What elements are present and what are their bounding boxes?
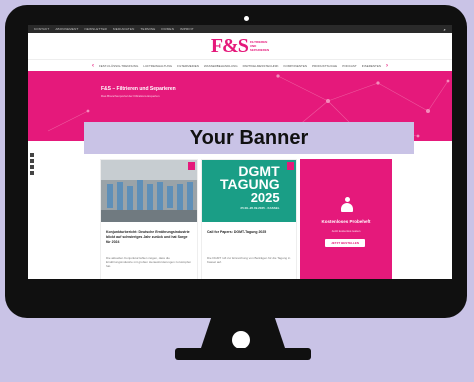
- topbar-link[interactable]: ABONNEMENT: [55, 27, 78, 31]
- nav-item[interactable]: KOMPONENTEN: [284, 64, 308, 68]
- banner-placeholder[interactable]: Your Banner: [84, 122, 414, 154]
- nav-item[interactable]: WASSERBEHANDLUNG: [204, 64, 238, 68]
- topbar-link[interactable]: IMPRINT: [180, 27, 194, 31]
- event-meta: 25.09.-26.09.2025 · KASSEL: [240, 206, 280, 210]
- promo-card: Kostenloses Probeheft Jetzt kostenlos te…: [300, 159, 392, 279]
- promo-title: Kostenloses Probeheft: [321, 219, 371, 224]
- logo-sub-line: SEPARIEREN: [249, 48, 270, 52]
- topbar-link[interactable]: MEDIADATEN: [113, 27, 134, 31]
- category-badge: [188, 162, 195, 170]
- nav-item[interactable]: FEST-FLÜSSIG-TRENNUNG: [99, 64, 138, 68]
- share-icon[interactable]: [30, 165, 34, 169]
- share-icon[interactable]: [30, 171, 34, 175]
- search-icon[interactable]: ⌕: [444, 27, 446, 32]
- share-icon[interactable]: [30, 153, 34, 157]
- social-share-bar: [30, 153, 34, 175]
- event-line: 2025: [250, 190, 280, 205]
- category-badge: [287, 162, 294, 170]
- chevron-right-icon[interactable]: ›: [386, 63, 388, 69]
- article-title[interactable]: Konjunkturbericht: Deutsche Ernährungsin…: [106, 230, 192, 245]
- chevron-left-icon[interactable]: ‹: [92, 63, 94, 69]
- hero-subtitle: Das Branchenportal der Filtrations-Exper…: [101, 94, 160, 98]
- power-button-icon: [232, 331, 250, 349]
- article-title[interactable]: Call for Papers: DGMT-Tagung 2025: [207, 230, 291, 235]
- topbar-link[interactable]: KONTAKT: [34, 27, 49, 31]
- article-excerpt: Die aktuellen Konjunkturzahlen zeigen, d…: [106, 256, 192, 268]
- camera-dot: [244, 16, 249, 21]
- topbar-link[interactable]: TERMINE: [141, 27, 156, 31]
- reader-icon: [340, 197, 354, 213]
- topbar-link[interactable]: FIRMEN: [161, 27, 174, 31]
- article-image: [101, 160, 197, 222]
- nav-item[interactable]: PODCAST: [342, 64, 357, 68]
- factory-illustration: [101, 160, 197, 222]
- event-graphic: DGMT TAGUNG 2025 25.09.-26.09.2025 · KAS…: [220, 164, 280, 210]
- top-bar: KONTAKT ABONNEMENT NEWSLETTER MEDIADATEN…: [28, 25, 452, 33]
- nav-item[interactable]: PRODUKTSUCHE: [312, 64, 337, 68]
- nav-item[interactable]: LUFTREINHALTUNG: [143, 64, 172, 68]
- banner-label: Your Banner: [189, 126, 309, 149]
- article-card[interactable]: Konjunkturbericht: Deutsche Ernährungsin…: [100, 159, 198, 279]
- article-image: DGMT TAGUNG 2025 25.09.-26.09.2025 · KAS…: [202, 160, 296, 222]
- nav-item[interactable]: INSERENTEN: [362, 64, 381, 68]
- logo-area: F&S FILTRIEREN UND SEPARIEREN: [28, 33, 452, 59]
- site-logo[interactable]: F&S: [211, 35, 249, 58]
- order-button[interactable]: JETZT BESTELLEN: [325, 239, 365, 247]
- hero-title: F&S – Filtrieren und Separieren: [101, 86, 176, 92]
- logo-tagline: FILTRIEREN UND SEPARIEREN: [250, 40, 269, 52]
- article-excerpt: Die DGMT ruft zur Einreichung von Beiträ…: [207, 256, 291, 264]
- nav-item[interactable]: FILTERMEDIEN: [177, 64, 199, 68]
- topbar-link[interactable]: NEWSLETTER: [85, 27, 108, 31]
- monitor-frame: KONTAKT ABONNEMENT NEWSLETTER MEDIADATEN…: [5, 5, 467, 318]
- nav-item[interactable]: PARTIKELMESSTECHNIK: [243, 64, 279, 68]
- monitor-screen: KONTAKT ABONNEMENT NEWSLETTER MEDIADATEN…: [28, 25, 452, 279]
- article-card[interactable]: DGMT TAGUNG 2025 25.09.-26.09.2025 · KAS…: [201, 159, 297, 279]
- promo-subtitle: Jetzt kostenlos testen: [331, 229, 361, 233]
- monitor-base: [175, 348, 311, 360]
- share-icon[interactable]: [30, 159, 34, 163]
